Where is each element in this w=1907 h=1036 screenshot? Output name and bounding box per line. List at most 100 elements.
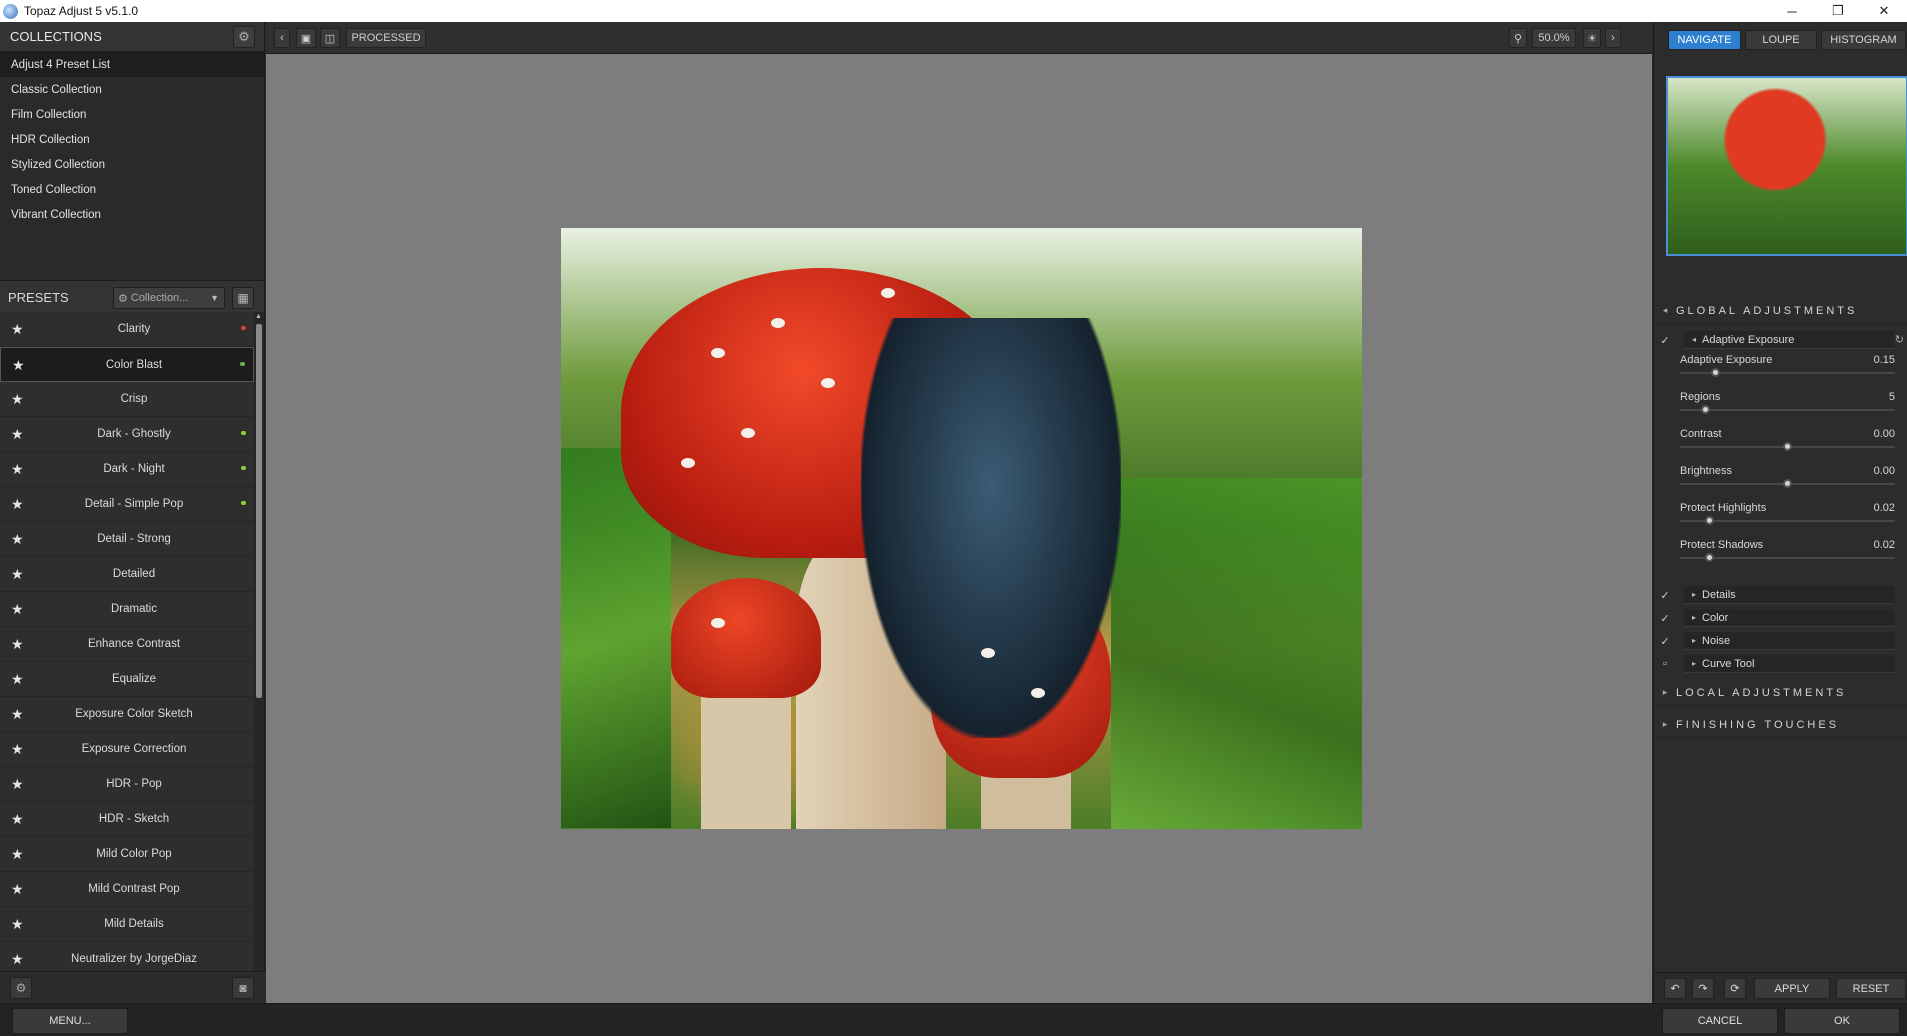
ok-button[interactable]: OK (1784, 1008, 1900, 1034)
image-canvas[interactable] (266, 54, 1652, 1003)
preset-item[interactable]: ★ Dark - Night (0, 452, 254, 487)
preset-item[interactable]: ★ HDR - Sketch (0, 802, 254, 837)
tab-histogram[interactable]: HISTOGRAM (1821, 30, 1906, 50)
collection-item[interactable]: Adjust 4 Preset List (0, 52, 264, 77)
star-icon[interactable]: ★ (12, 357, 25, 374)
preview-light-button[interactable]: ☀ (1583, 28, 1601, 48)
redo-button[interactable]: ↷ (1692, 978, 1714, 999)
slider-handle[interactable] (1700, 405, 1710, 414)
collection-item[interactable]: Film Collection (0, 102, 264, 127)
preset-item[interactable]: ★ Dark - Ghostly (0, 417, 254, 452)
preset-item[interactable]: ★ Detail - Simple Pop (0, 487, 254, 522)
collapse-right-button[interactable]: › (1605, 28, 1621, 48)
tab-loupe[interactable]: LOUPE (1745, 30, 1817, 50)
slider-track[interactable] (1680, 409, 1895, 411)
star-icon[interactable]: ★ (11, 531, 24, 548)
star-icon[interactable]: ★ (11, 811, 24, 828)
preset-item[interactable]: ★ Mild Color Pop (0, 837, 254, 872)
preset-item[interactable]: ★ Mild Contrast Pop (0, 872, 254, 907)
slider-handle[interactable] (1710, 368, 1720, 377)
collection-dropdown[interactable]: ⚙ Collection... ▼ (113, 287, 225, 309)
slider-handle[interactable] (1704, 553, 1714, 562)
star-icon[interactable]: ★ (11, 636, 24, 653)
processed-button[interactable]: PROCESSED (346, 28, 426, 48)
star-icon[interactable]: ★ (11, 846, 24, 863)
collection-item[interactable]: Stylized Collection (0, 152, 264, 177)
preset-item[interactable]: ★ Equalize (0, 662, 254, 697)
star-icon[interactable]: ★ (11, 601, 24, 618)
slider-handle[interactable] (1782, 442, 1792, 451)
collection-item[interactable]: Toned Collection (0, 177, 264, 202)
subsection-noise[interactable]: ✓ ▸ Noise (1654, 631, 1907, 651)
reset-section-icon[interactable]: ↻ (1895, 333, 1904, 346)
menu-button[interactable]: MENU... (12, 1008, 128, 1034)
star-icon[interactable]: ★ (11, 951, 24, 968)
star-icon[interactable]: ★ (11, 881, 24, 898)
collection-item[interactable]: Vibrant Collection (0, 202, 264, 227)
subsection-curve-tool[interactable]: ▫ ▸ Curve Tool (1654, 654, 1907, 674)
star-icon[interactable]: ★ (11, 916, 24, 933)
star-icon[interactable]: ★ (11, 566, 24, 583)
preset-item[interactable]: ★ HDR - Pop (0, 767, 254, 802)
checkmark-icon[interactable]: ✓ (1654, 612, 1676, 625)
navigator-thumbnail[interactable] (1666, 76, 1907, 256)
close-icon[interactable]: ✕ (1861, 0, 1907, 22)
split-view-button[interactable]: ◫ (320, 28, 340, 48)
star-icon[interactable]: ★ (11, 391, 24, 408)
subsection-details[interactable]: ✓ ▸ Details (1654, 585, 1907, 605)
minimize-icon[interactable]: ─ (1769, 0, 1815, 22)
preset-item[interactable]: ★ Crisp (0, 382, 254, 417)
slider-handle[interactable] (1704, 516, 1714, 525)
collection-item[interactable]: Classic Collection (0, 77, 264, 102)
preset-item[interactable]: ★ Dramatic (0, 592, 254, 627)
checkmark-icon[interactable]: ✓ (1654, 589, 1676, 602)
preset-item[interactable]: ★ Detailed (0, 557, 254, 592)
preset-item[interactable]: ★ Mild Details (0, 907, 254, 942)
mushroom-spot (771, 318, 785, 328)
preset-settings-button[interactable]: ⚙ (10, 977, 32, 999)
slider-handle[interactable] (1782, 479, 1792, 488)
checkmark-icon[interactable]: ✓ (1654, 635, 1676, 648)
zoom-button[interactable]: ⚲ (1509, 28, 1527, 48)
snapshot-button[interactable]: ◙ (232, 977, 254, 999)
star-icon[interactable]: ★ (11, 741, 24, 758)
adaptive-exposure-header[interactable]: ✓ ◂ Adaptive Exposure ↻ (1654, 330, 1907, 350)
undo-button[interactable]: ↶ (1664, 978, 1686, 999)
subsection-color[interactable]: ✓ ▸ Color (1654, 608, 1907, 628)
single-view-button[interactable]: ▣ (296, 28, 316, 48)
checkmark-icon[interactable]: ✓ (1654, 334, 1676, 347)
apply-button[interactable]: APPLY (1754, 978, 1830, 999)
presets-scrollbar[interactable]: ▲ ▼ (254, 312, 264, 984)
history-button[interactable]: ⟳ (1724, 978, 1746, 999)
restore-icon[interactable]: ❐ (1815, 0, 1861, 22)
finishing-touches-header[interactable]: ▸ FINISHING TOUCHES (1654, 712, 1907, 738)
star-icon[interactable]: ★ (11, 496, 24, 513)
scroll-up-icon[interactable]: ▲ (255, 313, 262, 320)
scroll-thumb[interactable] (256, 324, 262, 698)
preset-item[interactable]: ★ Exposure Correction (0, 732, 254, 767)
preset-item[interactable]: ★ Color Blast (0, 347, 254, 382)
collections-settings-button[interactable]: ⚙ (233, 26, 255, 48)
global-adjustments-header[interactable]: ◂ GLOBAL ADJUSTMENTS (1654, 298, 1907, 324)
reset-button[interactable]: RESET (1836, 978, 1906, 999)
zoom-level[interactable]: 50.0% (1532, 28, 1576, 48)
checkbox-icon[interactable]: ▫ (1654, 658, 1676, 670)
star-icon[interactable]: ★ (11, 461, 24, 478)
preset-item[interactable]: ★ Exposure Color Sketch (0, 697, 254, 732)
star-icon[interactable]: ★ (11, 671, 24, 688)
collapse-left-button[interactable]: ‹ (274, 28, 290, 48)
star-icon[interactable]: ★ (11, 426, 24, 443)
status-dot (240, 362, 245, 366)
preview-image[interactable] (561, 228, 1362, 829)
star-icon[interactable]: ★ (11, 321, 24, 338)
cancel-button[interactable]: CANCEL (1662, 1008, 1778, 1034)
local-adjustments-header[interactable]: ▸ LOCAL ADJUSTMENTS (1654, 680, 1907, 706)
grid-view-button[interactable]: ▦ (232, 287, 254, 309)
tab-navigate[interactable]: NAVIGATE (1668, 30, 1741, 50)
collection-item[interactable]: HDR Collection (0, 127, 264, 152)
preset-item[interactable]: ★ Detail - Strong (0, 522, 254, 557)
star-icon[interactable]: ★ (11, 706, 24, 723)
star-icon[interactable]: ★ (11, 776, 24, 793)
preset-item[interactable]: ★ Clarity (0, 312, 254, 347)
preset-item[interactable]: ★ Enhance Contrast (0, 627, 254, 662)
